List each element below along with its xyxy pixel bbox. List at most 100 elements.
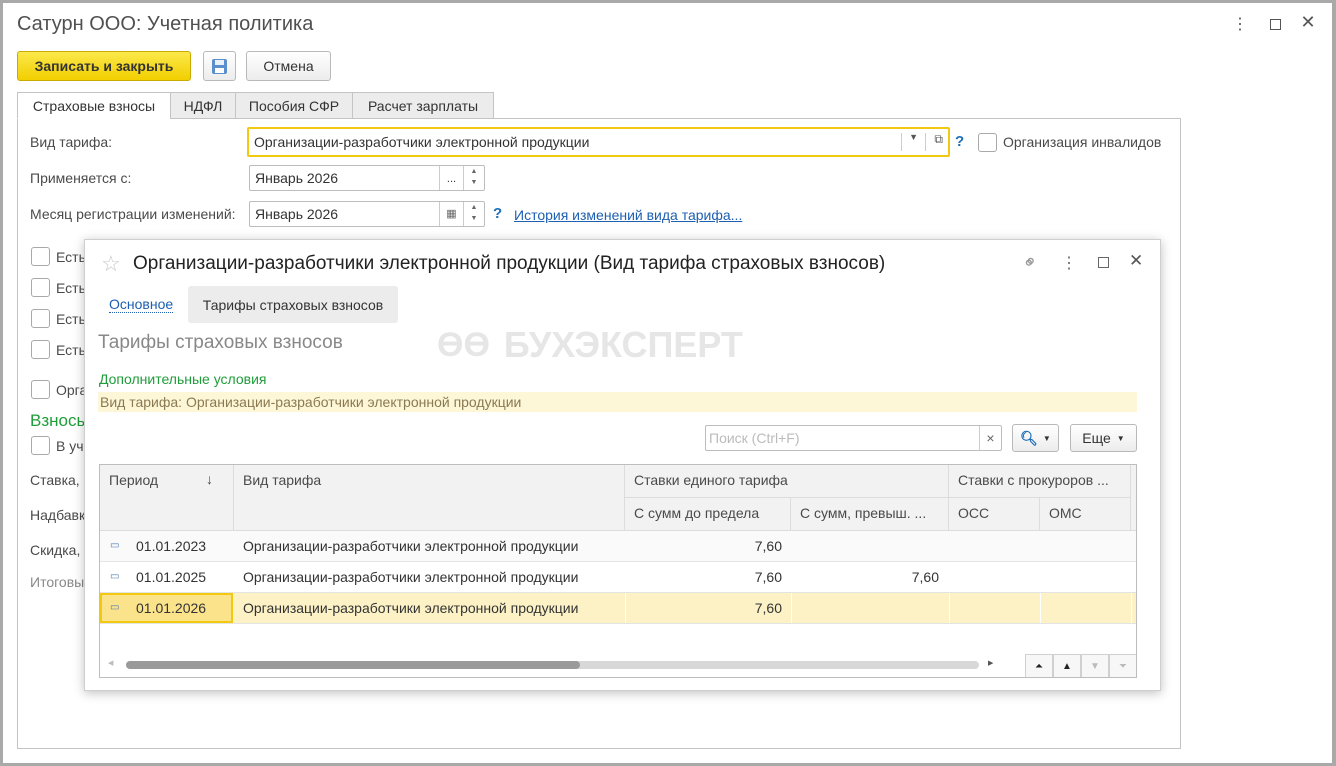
disabled-org-checkbox[interactable]: [978, 133, 997, 152]
more-icon[interactable]: ⋮: [1061, 253, 1077, 273]
tab-insurance[interactable]: Страховые взносы: [17, 92, 171, 119]
dialog-title: Организации-разработчики электронной про…: [133, 253, 886, 274]
scrollbar-thumb[interactable]: [126, 661, 580, 669]
save-close-button[interactable]: Записать и закрыть: [17, 51, 191, 81]
column-extra: [1131, 465, 1136, 531]
column-group-prosecutors[interactable]: Ставки с прокуроров ...: [949, 465, 1131, 498]
table-row[interactable]: ▭ 01.01.2025 Организации-разработчики эл…: [100, 562, 1136, 593]
help-icon[interactable]: ?: [493, 205, 502, 222]
horizontal-scrollbar[interactable]: [126, 661, 979, 669]
checkbox[interactable]: [31, 436, 50, 455]
up-to-cell: 7,60: [754, 538, 782, 554]
type-cell: Организации-разработчики электронной про…: [243, 600, 579, 616]
last-row-icon[interactable]: ⏷: [1109, 654, 1136, 677]
checkbox[interactable]: [31, 278, 50, 297]
column-group-unified[interactable]: Ставки единого тарифа: [625, 465, 949, 498]
link-icon[interactable]: ⚭: [1018, 250, 1044, 276]
checkbox-label: В уч: [56, 438, 84, 454]
divider: [1131, 593, 1132, 623]
reg-month-label: Месяц регистрации изменений:: [30, 206, 236, 222]
chevron-down-icon: ▼: [1042, 433, 1051, 443]
maximize-icon[interactable]: [1098, 257, 1109, 268]
close-icon[interactable]: ✕: [1129, 251, 1143, 271]
tariff-value: Организации-разработчики электронной про…: [254, 134, 590, 150]
divider: [949, 593, 950, 623]
checkbox-label: Орга: [56, 382, 88, 398]
help-icon[interactable]: ?: [955, 133, 964, 150]
sort-arrow-icon: ↓: [206, 471, 213, 487]
tab-payroll[interactable]: Расчет зарплаты: [352, 92, 494, 119]
reg-month-field[interactable]: Январь 2026 ▦ ▲ ▼: [249, 201, 485, 227]
column-up-to[interactable]: С сумм до предела: [625, 498, 791, 531]
next-row-icon[interactable]: ▼: [1081, 654, 1109, 677]
spin-icon[interactable]: ▲ ▼: [463, 202, 484, 226]
extra-conditions: Дополнительные условия: [99, 371, 267, 387]
more-button[interactable]: Еще ▼: [1070, 424, 1137, 452]
cancel-button[interactable]: Отмена: [246, 51, 331, 81]
applies-value: Январь 2026: [255, 170, 339, 186]
type-cell: Организации-разработчики электронной про…: [243, 538, 579, 554]
up-to-cell: 7,60: [754, 600, 782, 616]
record-icon: ▭: [110, 571, 120, 582]
tab-benefits[interactable]: Пособия СФР: [235, 92, 353, 119]
tab-main[interactable]: Основное: [109, 296, 174, 313]
tab-rates[interactable]: Тарифы страховых взносов: [188, 286, 398, 323]
prev-row-icon[interactable]: ▲: [1053, 654, 1081, 677]
dropdown-icon[interactable]: ▼: [909, 132, 918, 142]
select-button[interactable]: ...: [439, 166, 463, 190]
disabled-org-label: Организация инвалидов: [1003, 134, 1162, 150]
tariff-dialog: ☆ Организации-разработчики электронной п…: [84, 239, 1161, 691]
spin-icon[interactable]: ▲ ▼: [463, 166, 484, 190]
calendar-icon[interactable]: ▦: [439, 202, 463, 226]
search-button[interactable]: 🔍︎ ▼: [1012, 424, 1059, 452]
search-input[interactable]: Поиск (Ctrl+F) ×: [705, 425, 1002, 451]
watermark-text: БУХЭКСПЕРТ: [503, 324, 743, 365]
column-oss[interactable]: ОСС: [949, 498, 1040, 531]
checkbox[interactable]: [31, 247, 50, 266]
more-icon[interactable]: ⋮: [1230, 14, 1250, 34]
tab-ndfl[interactable]: НДФЛ: [170, 92, 236, 119]
checkbox-label: Есть: [56, 342, 86, 358]
checkbox[interactable]: [31, 380, 50, 399]
discount-label: Скидка,: [30, 542, 81, 558]
scroll-right-icon[interactable]: ▶: [988, 659, 993, 667]
checkbox[interactable]: [31, 309, 50, 328]
checkbox-label: Есть: [56, 249, 86, 265]
column-oms[interactable]: ОМС: [1040, 498, 1131, 531]
scroll-left-icon[interactable]: ◀: [108, 659, 113, 667]
divider: [1040, 593, 1041, 623]
rate-label: Ставка,: [30, 472, 80, 488]
column-over[interactable]: С сумм, превыш. ...: [791, 498, 949, 531]
period-cell: 01.01.2026: [136, 600, 207, 616]
period-cell: 01.01.2023: [136, 538, 207, 554]
table-row[interactable]: ▭ 01.01.2023 Организации-разработчики эл…: [100, 531, 1136, 562]
over-cell: [791, 531, 939, 561]
up-to-cell: 7,60: [754, 569, 782, 585]
window-title: Сатурн ООО: Учетная политика: [17, 13, 314, 35]
record-icon: ▭: [110, 540, 120, 551]
section-heading: Тарифы страховых взносов: [98, 332, 343, 353]
table-row-selected[interactable]: ▭ 01.01.2026 Организации-разработчики эл…: [100, 593, 1136, 624]
chevron-down-icon: ▼: [1116, 433, 1125, 443]
column-period[interactable]: Период ↓: [100, 465, 234, 531]
open-icon[interactable]: ⧉: [934, 132, 943, 147]
rates-table: Период ↓ Вид тарифа Ставки единого тарифа…: [99, 464, 1137, 678]
first-row-icon[interactable]: ⏶: [1025, 654, 1053, 677]
checkbox[interactable]: [31, 340, 50, 359]
checkbox-label: Есть: [56, 311, 86, 327]
history-link[interactable]: История изменений вида тарифа...: [514, 207, 742, 223]
close-icon[interactable]: ✕: [1298, 12, 1318, 33]
column-type[interactable]: Вид тарифа: [234, 465, 625, 531]
divider: [791, 593, 792, 623]
applies-field[interactable]: Январь 2026 ... ▲ ▼: [249, 165, 485, 191]
search-placeholder: Поиск (Ctrl+F): [709, 430, 800, 446]
star-icon[interactable]: ☆: [101, 251, 121, 277]
record-icon: ▭: [110, 602, 120, 613]
tariff-info: Вид тарифа: Организации-разработчики эле…: [98, 392, 1137, 412]
save-button[interactable]: [203, 51, 236, 81]
checkbox-label: Есть: [56, 280, 86, 296]
maximize-icon[interactable]: [1270, 19, 1281, 30]
reg-month-value: Январь 2026: [255, 206, 339, 222]
clear-icon[interactable]: ×: [979, 426, 1001, 450]
tariff-select[interactable]: Организации-разработчики электронной про…: [247, 127, 950, 157]
